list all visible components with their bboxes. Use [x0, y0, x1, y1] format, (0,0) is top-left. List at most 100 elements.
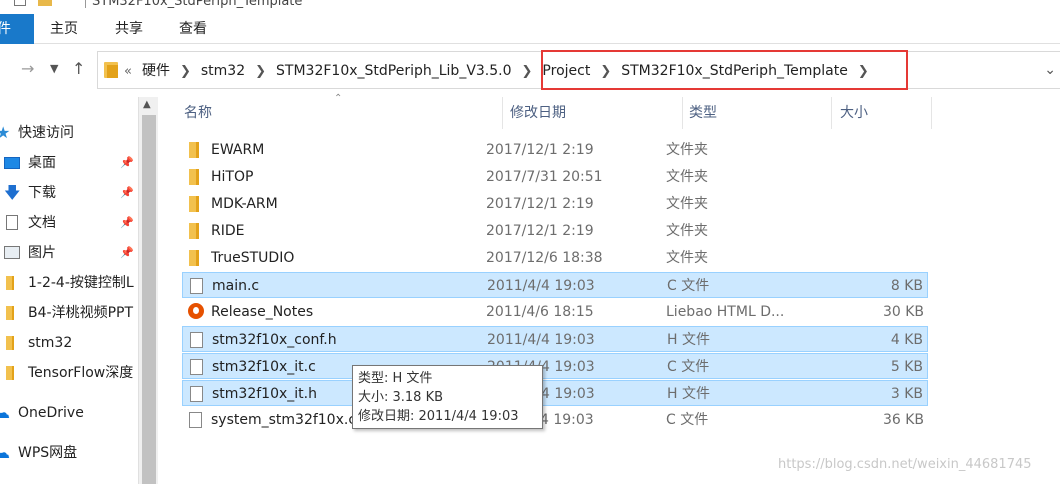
chevron-right-icon[interactable]: ❯: [180, 64, 191, 79]
breadcrumb-item[interactable]: 硬件: [142, 63, 170, 79]
scrollbar-thumb[interactable]: [142, 115, 156, 484]
file-row[interactable]: stm32f10x_conf.h 2011/4/4 19:03 H 文件 4 KB: [182, 326, 928, 352]
cloud-icon: ☁: [0, 443, 10, 462]
file-type: H 文件: [667, 386, 710, 402]
column-header-type[interactable]: 类型: [689, 97, 717, 129]
tab-home[interactable]: 主页: [36, 14, 92, 44]
tab-share[interactable]: 共享: [101, 14, 157, 44]
nav-item-label: 桌面: [28, 155, 56, 171]
file-date: 2017/12/6 18:38: [486, 250, 603, 266]
file-type: 文件夹: [666, 223, 708, 239]
nav-item-label: 快速访问: [18, 125, 74, 141]
recent-locations-icon[interactable]: ▼: [50, 62, 58, 75]
file-row[interactable]: EWARM 2017/12/1 2:19 文件夹: [182, 137, 928, 163]
tooltip-size: 大小: 3.18 KB: [358, 390, 444, 405]
nav-item-folder[interactable]: B4-洋桃视频PPT: [0, 301, 140, 325]
file-row[interactable]: stm32f10x_it.c2011/4/4 19:03C 文件5 KB: [182, 353, 928, 379]
ribbon-tabs: 件 主页 共享 查看: [0, 14, 1060, 44]
folder-icon: [189, 196, 199, 212]
file-name: RIDE: [211, 223, 245, 239]
file-size: 3 KB: [890, 386, 923, 402]
file-name: EWARM: [211, 142, 265, 158]
breadcrumb-item[interactable]: Project: [542, 63, 590, 79]
nav-item-label: WPS网盘: [18, 445, 78, 461]
file-name: HiTOP: [211, 169, 254, 185]
file-type: C 文件: [666, 412, 709, 428]
chevron-right-icon[interactable]: ❯: [255, 64, 266, 79]
file-row[interactable]: stm32f10x_it.h2011/4/4 19:03H 文件3 KB: [182, 380, 928, 406]
file-type: 文件夹: [666, 169, 708, 185]
breadcrumb-item[interactable]: stm32: [201, 63, 245, 79]
tab-file[interactable]: 件: [0, 14, 34, 44]
chevron-right-icon[interactable]: ❯: [600, 64, 611, 79]
nav-item-label: 图片: [28, 245, 56, 261]
folder-icon: [6, 306, 14, 320]
up-icon[interactable]: ↑: [72, 59, 85, 78]
nav-item-folder[interactable]: TensorFlow深度: [0, 361, 140, 385]
file-row[interactable]: main.c 2011/4/4 19:03 C 文件 8 KB: [182, 272, 928, 298]
pin-icon: 📌: [120, 216, 134, 229]
folder-icon: [189, 250, 199, 266]
file-date: 2017/7/31 20:51: [486, 169, 603, 185]
nav-item-onedrive[interactable]: ☁ OneDrive: [0, 401, 140, 425]
overflow-chevron-icon[interactable]: «: [124, 64, 132, 79]
nav-item-folder[interactable]: stm32: [0, 331, 140, 355]
nav-item-label: TensorFlow深度: [28, 365, 134, 381]
breadcrumb-item[interactable]: STM32F10x_StdPeriph_Template: [621, 63, 848, 79]
file-date: 2017/12/1 2:19: [486, 223, 594, 239]
desktop-icon: [4, 157, 20, 169]
tab-view[interactable]: 查看: [165, 14, 221, 44]
breadcrumb-item[interactable]: STM32F10x_StdPeriph_Lib_V3.5.0: [276, 63, 511, 79]
file-row[interactable]: HiTOP 2017/7/31 20:51 文件夹: [182, 164, 928, 190]
column-header-date[interactable]: 修改日期: [510, 97, 566, 129]
nav-item-pictures[interactable]: 图片 📌: [0, 241, 140, 265]
file-row[interactable]: system_stm32f10x.c2011/4/4 19:03C 文件36 K…: [182, 407, 928, 433]
pin-icon: 📌: [120, 186, 134, 199]
nav-item-wps[interactable]: ☁ WPS网盘: [0, 441, 140, 465]
folder-icon: [189, 169, 199, 185]
nav-item-label: 下载: [28, 185, 56, 201]
file-size: 8 KB: [890, 278, 923, 294]
liebao-browser-icon: [188, 303, 204, 319]
folder-icon: [6, 276, 14, 290]
chevron-right-icon[interactable]: ❯: [858, 64, 869, 79]
folder-icon: [104, 62, 118, 78]
file-row[interactable]: TrueSTUDIO 2017/12/6 18:38 文件夹: [182, 245, 928, 271]
chevron-down-icon[interactable]: ⌄: [1044, 62, 1056, 78]
nav-scrollbar[interactable]: ▲: [138, 97, 158, 484]
file-type: 文件夹: [666, 196, 708, 212]
picture-icon: [4, 246, 20, 259]
file-type: C 文件: [667, 278, 710, 294]
column-header-name[interactable]: 名称: [184, 97, 212, 129]
tooltip-date: 修改日期: 2011/4/4 19:03: [358, 409, 519, 424]
nav-item-label: stm32: [28, 335, 73, 351]
file-row[interactable]: MDK-ARM 2017/12/1 2:19 文件夹: [182, 191, 928, 217]
nav-item-documents[interactable]: 文档 📌: [0, 211, 140, 235]
chevron-right-icon[interactable]: ❯: [522, 64, 533, 79]
forward-icon[interactable]: →: [21, 59, 34, 78]
file-row[interactable]: RIDE 2017/12/1 2:19 文件夹: [182, 218, 928, 244]
navigation-pane: ★ 快速访问 桌面 📌 🡇 下载 📌 文档 📌 图片 📌 1-2-4-按键控制L…: [0, 97, 158, 484]
file-date: 2011/4/4 19:03: [487, 278, 595, 294]
pin-icon: 📌: [120, 246, 134, 259]
file-type: Liebao HTML D...: [666, 304, 785, 320]
file-type: H 文件: [667, 332, 710, 348]
watermark: https://blog.csdn.net/weixin_44681745: [778, 457, 1032, 472]
tooltip-type: 类型: H 文件: [358, 371, 433, 386]
nav-item-desktop[interactable]: 桌面 📌: [0, 151, 140, 175]
file-name: MDK-ARM: [211, 196, 278, 212]
folder-icon: [6, 336, 14, 350]
file-icon: [190, 386, 203, 402]
file-size: 4 KB: [890, 332, 923, 348]
scroll-up-icon[interactable]: ▲: [143, 99, 151, 110]
address-bar[interactable]: « 硬件 ❯ stm32 ❯ STM32F10x_StdPeriph_Lib_V3.5.0…: [97, 51, 1060, 89]
file-type: 文件夹: [666, 142, 708, 158]
file-row[interactable]: Release_Notes 2011/4/6 18:15 Liebao HTML D…: [182, 299, 928, 325]
nav-item-quick-access[interactable]: ★ 快速访问: [0, 121, 140, 145]
nav-item-folder[interactable]: 1-2-4-按键控制L: [0, 271, 140, 295]
nav-item-downloads[interactable]: 🡇 下载 📌: [0, 181, 140, 205]
file-type: C 文件: [667, 359, 710, 375]
column-header-size[interactable]: 大小: [840, 97, 868, 129]
file-icon: [189, 412, 202, 428]
window-title: STM32F10x_StdPeriph_Template: [92, 0, 303, 9]
